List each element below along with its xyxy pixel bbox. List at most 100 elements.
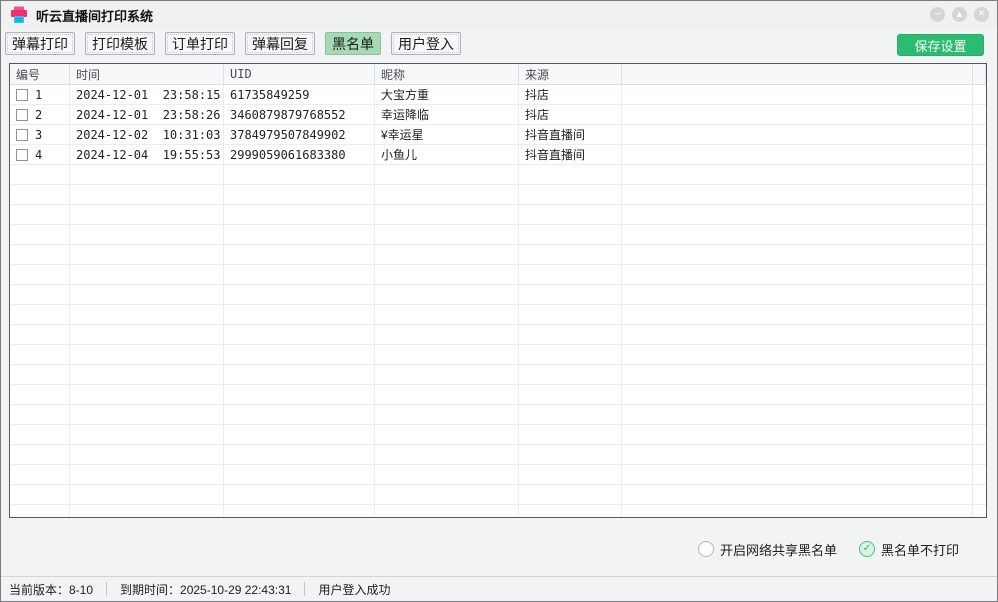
cell-empty	[10, 245, 70, 264]
cell-empty	[519, 465, 622, 484]
cell-empty	[70, 285, 224, 304]
cell-empty	[519, 285, 622, 304]
cell-empty	[70, 325, 224, 344]
tab-blacklist[interactable]: 黑名单	[325, 32, 381, 55]
cell-nickname: ¥幸运星	[375, 125, 519, 144]
cell-empty	[375, 285, 519, 304]
cell-source: 抖店	[519, 105, 622, 124]
cell-empty	[519, 385, 622, 404]
cell-empty	[70, 425, 224, 444]
cell-empty	[973, 265, 986, 284]
cell-num: 1	[10, 85, 70, 104]
cell-empty	[519, 505, 622, 518]
cell-empty	[224, 505, 375, 518]
cell-empty	[973, 125, 986, 144]
cell-empty	[224, 165, 375, 184]
column-header: 编号	[10, 64, 70, 84]
share-blacklist-radio-icon[interactable]	[698, 541, 714, 557]
cell-empty	[224, 485, 375, 504]
app-window: 听云直播间打印系统 —▲✕ 弹幕打印打印模板订单打印弹幕回复黑名单用户登入 保存…	[0, 0, 998, 602]
cell-empty	[10, 345, 70, 364]
cell-empty	[622, 265, 973, 284]
table-row[interactable]: 42024-12-04 19:55:532999059061683380小鱼儿抖…	[10, 145, 986, 165]
cell-empty	[10, 325, 70, 344]
table-row[interactable]: 32024-12-02 10:31:033784979507849902¥幸运星…	[10, 125, 986, 145]
table-row-empty	[10, 305, 986, 325]
cell-num: 4	[10, 145, 70, 164]
column-header	[973, 64, 986, 84]
cell-empty	[70, 485, 224, 504]
cell-empty	[973, 205, 986, 224]
cell-empty	[10, 505, 70, 518]
cell-empty	[375, 265, 519, 284]
no-print-option[interactable]: ✓ 黑名单不打印	[859, 540, 959, 559]
no-print-label: 黑名单不打印	[881, 540, 959, 559]
cell-time: 2024-12-01 23:58:15	[70, 85, 224, 104]
cell-empty	[224, 325, 375, 344]
tab-danmu-reply[interactable]: 弹幕回复	[245, 32, 315, 55]
tab-print-template[interactable]: 打印模板	[85, 32, 155, 55]
cell-empty	[70, 165, 224, 184]
column-header: 昵称	[375, 64, 519, 84]
cell-empty	[973, 425, 986, 444]
cell-empty	[375, 225, 519, 244]
share-blacklist-option[interactable]: 开启网络共享黑名单	[698, 540, 837, 559]
tab-order-print[interactable]: 订单打印	[165, 32, 235, 55]
titlebar: 听云直播间打印系统 —▲✕	[1, 1, 997, 29]
cell-empty	[973, 185, 986, 204]
cell-empty	[375, 325, 519, 344]
row-checkbox[interactable]	[16, 89, 28, 101]
maximize-button[interactable]: ▲	[952, 7, 967, 22]
cell-empty	[622, 445, 973, 464]
tab-user-login[interactable]: 用户登入	[391, 32, 461, 55]
cell-source: 抖店	[519, 85, 622, 104]
cell-empty	[10, 305, 70, 324]
cell-empty	[375, 405, 519, 424]
cell-empty	[973, 225, 986, 244]
version-text: 当前版本：8-10	[9, 581, 93, 598]
cell-empty	[375, 425, 519, 444]
cell-empty	[10, 165, 70, 184]
cell-empty	[375, 245, 519, 264]
cell-empty	[519, 445, 622, 464]
tab-danmu-print[interactable]: 弹幕打印	[5, 32, 75, 55]
cell-uid: 2999059061683380	[224, 145, 375, 164]
share-blacklist-label: 开启网络共享黑名单	[720, 540, 837, 559]
save-settings-button[interactable]: 保存设置	[897, 34, 984, 56]
cell-empty	[224, 385, 375, 404]
cell-num: 3	[10, 125, 70, 144]
cell-empty	[70, 225, 224, 244]
cell-empty	[622, 165, 973, 184]
row-checkbox[interactable]	[16, 149, 28, 161]
row-checkbox[interactable]	[16, 109, 28, 121]
table-row-empty	[10, 505, 986, 518]
no-print-check-icon[interactable]: ✓	[859, 541, 875, 557]
table-row-empty	[10, 465, 986, 485]
cell-empty	[70, 405, 224, 424]
cell-empty	[375, 205, 519, 224]
cell-empty	[375, 485, 519, 504]
cell-empty	[973, 465, 986, 484]
cell-empty	[519, 425, 622, 444]
cell-uid: 3460879879768552	[224, 105, 375, 124]
close-button[interactable]: ✕	[974, 7, 989, 22]
cell-empty	[224, 285, 375, 304]
cell-empty	[70, 445, 224, 464]
cell-empty	[10, 225, 70, 244]
table-row[interactable]: 12024-12-01 23:58:1561735849259大宝方重抖店	[10, 85, 986, 105]
table-row[interactable]: 22024-12-01 23:58:263460879879768552幸运降临…	[10, 105, 986, 125]
cell-empty	[519, 265, 622, 284]
cell-empty	[622, 225, 973, 244]
table-row-empty	[10, 205, 986, 225]
table-row-empty	[10, 485, 986, 505]
cell-empty	[973, 445, 986, 464]
minimize-button[interactable]: —	[930, 7, 945, 22]
column-header	[622, 64, 973, 84]
row-checkbox[interactable]	[16, 129, 28, 141]
cell-empty	[622, 245, 973, 264]
cell-empty	[224, 425, 375, 444]
cell-empty	[10, 205, 70, 224]
row-number: 1	[35, 88, 42, 102]
status-separator	[106, 582, 107, 596]
cell-empty	[375, 505, 519, 518]
